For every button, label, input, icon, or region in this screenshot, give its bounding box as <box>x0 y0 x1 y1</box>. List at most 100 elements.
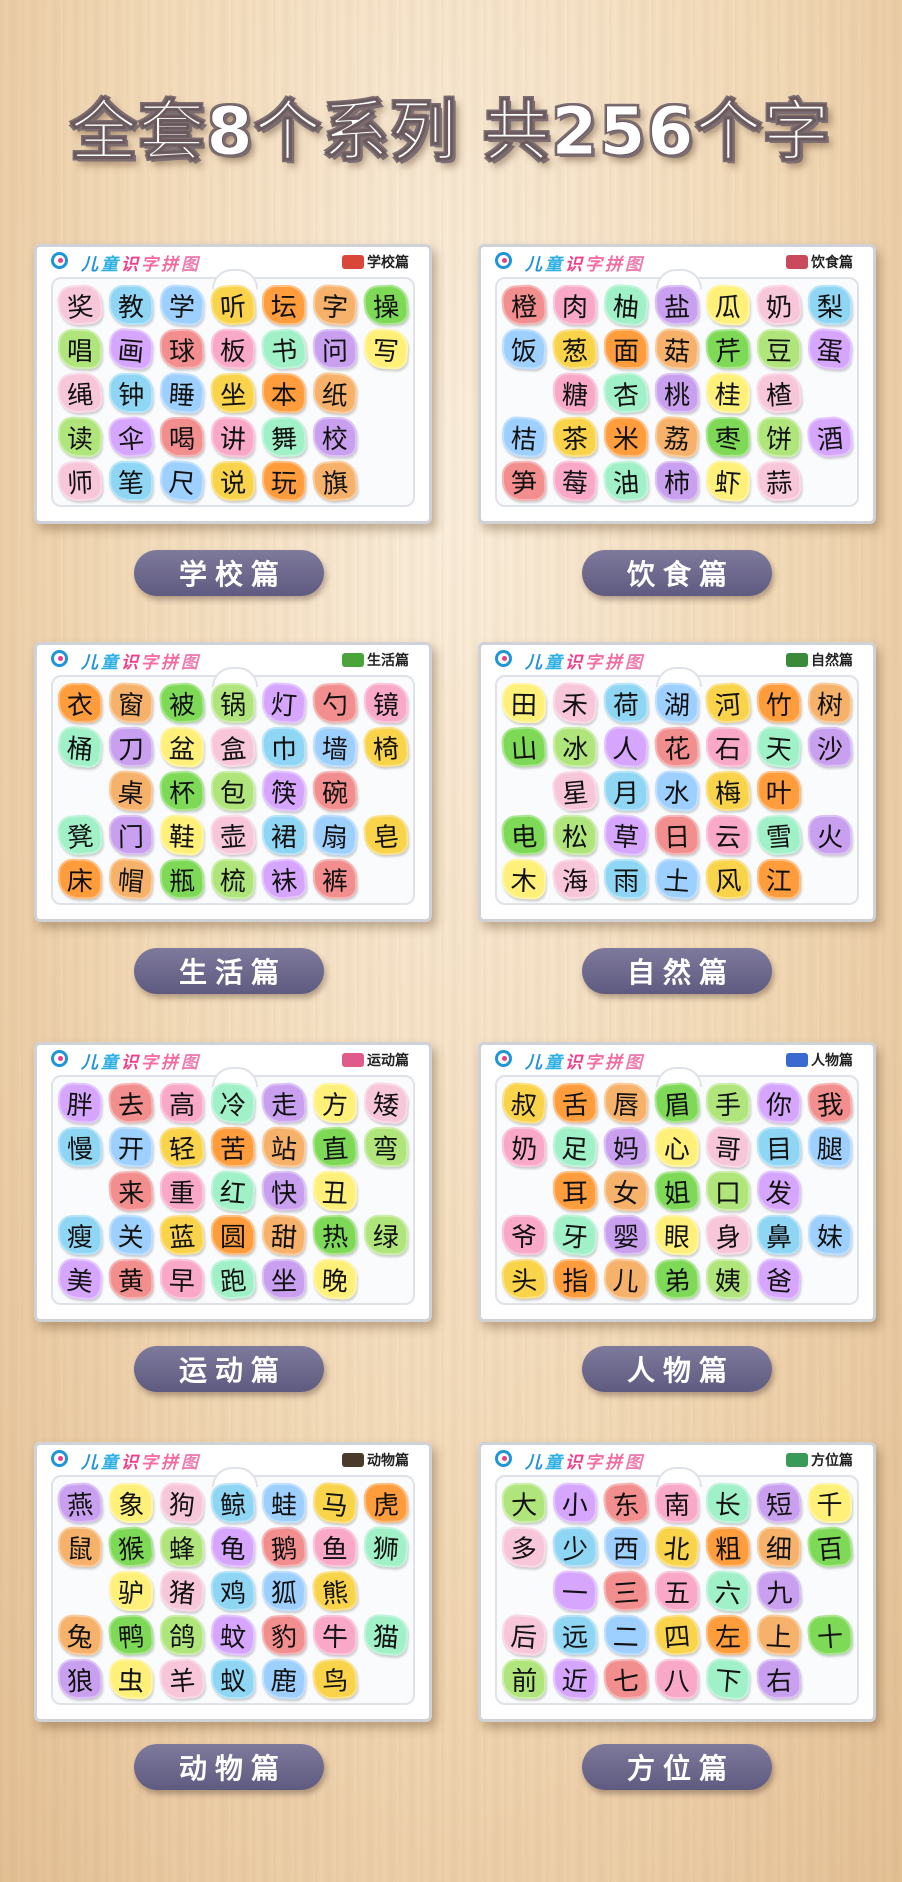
character-tile[interactable]: 枣 <box>705 416 751 458</box>
character-tile[interactable]: 北 <box>653 1525 701 1569</box>
character-tile[interactable]: 婴 <box>603 1214 649 1256</box>
character-tile[interactable]: 心 <box>654 1126 700 1168</box>
character-tile[interactable]: 听 <box>209 283 257 327</box>
character-tile[interactable]: 花 <box>653 725 701 769</box>
character-tile[interactable]: 坐 <box>261 1258 307 1300</box>
character-tile[interactable]: 海 <box>551 857 599 901</box>
character-tile[interactable]: 妈 <box>603 1125 650 1169</box>
character-tile[interactable]: 姐 <box>653 1169 701 1213</box>
character-tile[interactable]: 猫 <box>361 1613 410 1657</box>
character-tile[interactable]: 我 <box>806 1081 853 1125</box>
character-tile[interactable]: 月 <box>603 770 649 812</box>
character-tile[interactable]: 水 <box>653 769 701 813</box>
character-tile[interactable]: 左 <box>705 1614 751 1656</box>
character-tile[interactable]: 饭 <box>501 327 548 371</box>
character-tile[interactable]: 写 <box>362 327 409 371</box>
character-tile[interactable]: 桌 <box>107 769 155 813</box>
character-tile[interactable]: 东 <box>602 1481 650 1525</box>
character-tile[interactable]: 眼 <box>654 1214 700 1256</box>
character-tile[interactable]: 六 <box>704 1569 752 1613</box>
character-tile[interactable]: 笋 <box>502 460 547 502</box>
character-tile[interactable]: 短 <box>755 1481 803 1525</box>
character-tile[interactable]: 站 <box>260 1125 307 1169</box>
character-tile[interactable]: 莓 <box>552 459 599 503</box>
character-tile[interactable]: 猴 <box>107 1525 155 1569</box>
character-tile[interactable]: 十 <box>806 1613 853 1657</box>
character-tile[interactable]: 讲 <box>209 415 257 459</box>
character-tile[interactable]: 楂 <box>755 371 803 415</box>
character-tile[interactable]: 伞 <box>107 415 155 459</box>
character-tile[interactable]: 二 <box>603 1614 649 1656</box>
character-tile[interactable]: 鸽 <box>160 1615 205 1655</box>
character-tile[interactable]: 蚊 <box>209 1613 257 1657</box>
character-tile[interactable]: 奶 <box>755 283 803 327</box>
character-tile[interactable]: 牛 <box>312 1614 358 1656</box>
character-tile[interactable]: 桂 <box>704 371 751 415</box>
character-tile[interactable]: 火 <box>807 814 852 856</box>
character-tile[interactable]: 星 <box>551 769 599 813</box>
character-tile[interactable]: 油 <box>602 459 650 503</box>
character-tile[interactable]: 猪 <box>158 1569 206 1613</box>
character-tile[interactable]: 弯 <box>363 1127 408 1167</box>
character-tile[interactable]: 指 <box>553 1259 598 1299</box>
character-tile[interactable]: 桔 <box>501 415 548 459</box>
character-tile[interactable]: 红 <box>209 1169 257 1213</box>
character-tile[interactable]: 四 <box>653 1613 701 1657</box>
character-tile[interactable]: 凳 <box>56 813 105 857</box>
character-tile[interactable]: 坐 <box>209 371 257 415</box>
character-tile[interactable]: 鞋 <box>159 813 206 857</box>
character-tile[interactable]: 轻 <box>158 1125 206 1169</box>
character-tile[interactable]: 睡 <box>158 371 206 415</box>
character-tile[interactable]: 多 <box>501 1525 548 1569</box>
character-tile[interactable]: 本 <box>261 372 307 414</box>
character-tile[interactable]: 床 <box>58 858 103 900</box>
character-tile[interactable]: 目 <box>756 1126 802 1168</box>
character-tile[interactable]: 羊 <box>158 1657 206 1701</box>
character-tile[interactable]: 腿 <box>806 1126 853 1168</box>
character-tile[interactable]: 蛋 <box>805 327 854 371</box>
character-tile[interactable]: 一 <box>552 1569 599 1613</box>
character-tile[interactable]: 芹 <box>704 327 751 371</box>
character-tile[interactable]: 茶 <box>552 415 599 459</box>
character-tile[interactable]: 问 <box>312 328 358 370</box>
character-tile[interactable]: 天 <box>755 725 803 769</box>
character-tile[interactable]: 开 <box>108 1126 154 1168</box>
character-tile[interactable]: 椅 <box>362 725 409 769</box>
character-tile[interactable]: 熊 <box>311 1569 359 1613</box>
character-tile[interactable]: 鱼 <box>312 1527 357 1567</box>
character-tile[interactable]: 坛 <box>261 285 306 325</box>
character-tile[interactable]: 直 <box>311 1125 359 1169</box>
character-tile[interactable]: 雨 <box>604 859 649 899</box>
character-tile[interactable]: 远 <box>552 1614 598 1656</box>
character-tile[interactable]: 梅 <box>704 769 752 813</box>
character-tile[interactable]: 绳 <box>57 371 104 415</box>
character-tile[interactable]: 纸 <box>311 371 359 415</box>
character-tile[interactable]: 你 <box>755 1081 802 1125</box>
character-tile[interactable]: 盒 <box>209 725 257 769</box>
character-tile[interactable]: 弟 <box>653 1257 701 1301</box>
character-tile[interactable]: 高 <box>160 1083 205 1123</box>
character-tile[interactable]: 钟 <box>109 373 154 413</box>
character-tile[interactable]: 板 <box>210 328 256 370</box>
character-tile[interactable]: 灯 <box>260 681 308 725</box>
character-tile[interactable]: 蓝 <box>158 1213 206 1257</box>
character-tile[interactable]: 胖 <box>57 1081 104 1125</box>
character-tile[interactable]: 竹 <box>756 682 802 724</box>
character-tile[interactable]: 虾 <box>704 459 752 503</box>
character-tile[interactable]: 肉 <box>552 284 598 326</box>
character-tile[interactable]: 方 <box>312 1082 358 1124</box>
character-tile[interactable]: 丑 <box>312 1170 358 1212</box>
character-tile[interactable]: 勺 <box>311 681 358 725</box>
character-tile[interactable]: 书 <box>260 327 308 371</box>
character-tile[interactable]: 尺 <box>158 459 206 503</box>
character-tile[interactable]: 狗 <box>158 1481 206 1525</box>
character-tile[interactable]: 梨 <box>807 284 852 326</box>
character-tile[interactable]: 沙 <box>806 726 853 768</box>
character-tile[interactable]: 哥 <box>704 1125 752 1169</box>
character-tile[interactable]: 南 <box>654 1482 700 1524</box>
character-tile[interactable]: 袜 <box>260 857 308 901</box>
character-tile[interactable]: 粗 <box>705 1526 751 1568</box>
character-tile[interactable]: 窗 <box>108 681 155 725</box>
character-tile[interactable]: 甜 <box>260 1213 308 1257</box>
character-tile[interactable]: 草 <box>602 813 650 857</box>
